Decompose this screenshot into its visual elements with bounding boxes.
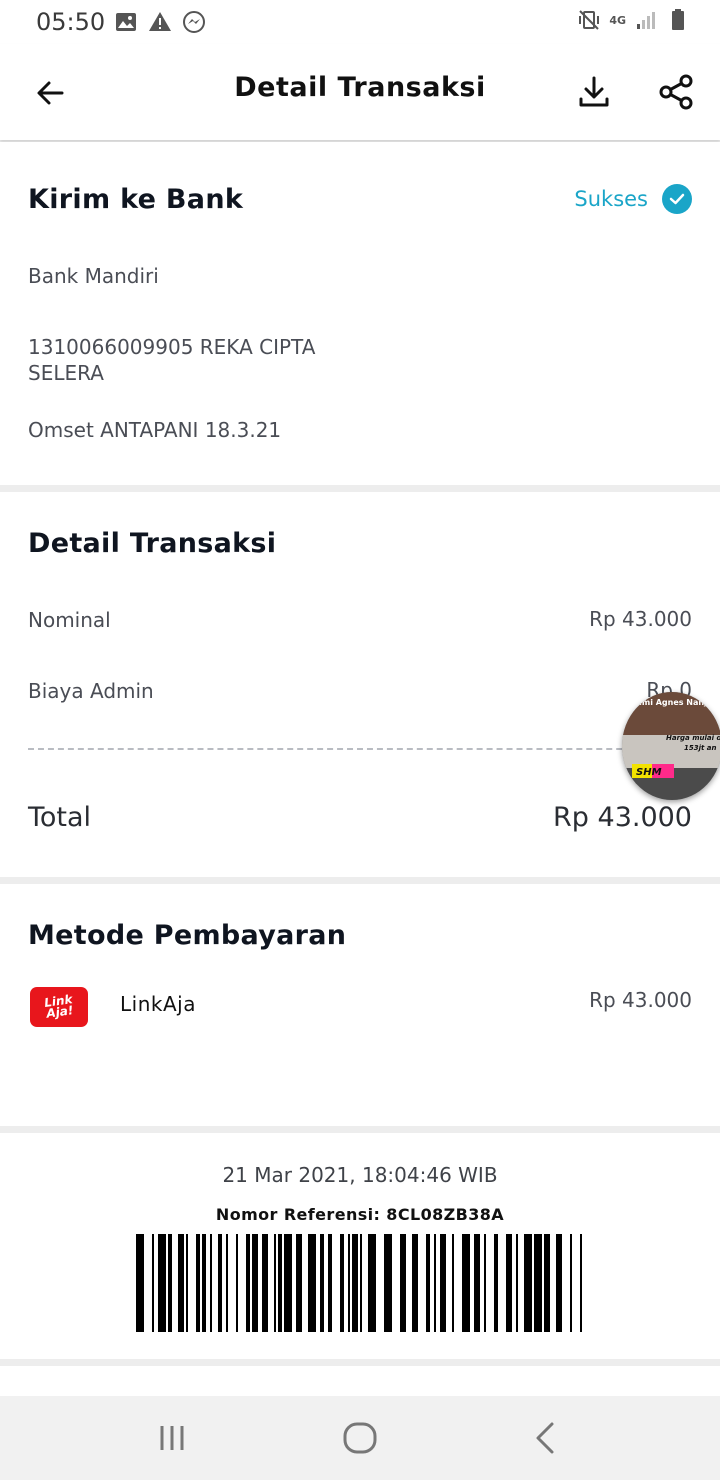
gallery-icon [116,13,136,31]
details-title: Detail Transaksi [28,528,277,559]
details-card: Detail Transaksi Nominal Rp 43.000 Biaya… [0,492,720,877]
nav-back-icon[interactable] [526,1418,566,1458]
transfer-note: Omset ANTAPANI 18.3.21 [28,418,282,442]
bank-name: Bank Mandiri [28,264,159,288]
account-number-name: 1310066009905 REKA CIPTA SELERA [28,334,315,386]
bubble-line-1: Rumi Agnes Nanji [630,698,710,707]
transfer-card: Kirim ke Bank Sukses Bank Mandiri 131006… [0,142,720,485]
account-line-2: SELERA [28,361,104,385]
home-icon[interactable] [340,1418,380,1458]
app-header: Detail Transaksi [0,44,720,140]
system-nav-bar [0,1396,720,1480]
nominal-label: Nominal [28,608,111,632]
status-bar: 05:50 4G [0,0,720,44]
linkaja-logo: Link Aja! [30,987,88,1027]
messenger-icon [183,11,205,33]
payment-method-name: LinkAja [120,992,196,1016]
payment-amount: Rp 43.000 [589,988,692,1012]
reference-number: Nomor Referensi: 8CL08ZB38A [215,1205,505,1224]
status-badge: Sukses [574,184,692,214]
bubble-line-2: Harga mulai dr [666,734,720,742]
network-type: 4G [609,13,626,27]
bottom-card [0,1366,720,1396]
floating-chat-bubble[interactable]: Rumi Agnes Nanji Harga mulai dr 153jt an… [622,692,720,800]
payment-method-card: Metode Pembayaran Link Aja! LinkAja Rp 4… [0,884,720,1126]
logo-line-2: Aja! [45,1003,75,1021]
mute-vibrate-icon [579,10,600,30]
warning-icon [149,12,171,31]
bubble-line-3: 153jt an [684,744,717,752]
signal-icon [637,12,655,29]
check-circle-icon [662,184,692,214]
status-time: 05:50 [36,8,106,36]
status-label: Sukses [574,187,648,211]
admin-fee-label: Biaya Admin [28,679,154,703]
receipt-card: 21 Mar 2021, 18:04:46 WIB Nomor Referens… [0,1133,720,1359]
payment-title: Metode Pembayaran [28,920,347,951]
total-label: Total [28,802,92,833]
transaction-datetime: 21 Mar 2021, 18:04:46 WIB [222,1163,498,1187]
barcode [136,1234,582,1332]
share-icon[interactable] [656,72,696,112]
dashed-divider [28,748,692,750]
bubble-badge: SHM [636,767,662,778]
nominal-value: Rp 43.000 [589,607,692,631]
battery-icon [672,9,684,30]
total-value: Rp 43.000 [553,802,692,833]
transfer-title: Kirim ke Bank [28,184,244,215]
recent-apps-icon[interactable] [152,1418,192,1458]
account-line-1: 1310066009905 REKA CIPTA [28,335,316,359]
download-icon[interactable] [574,72,614,112]
